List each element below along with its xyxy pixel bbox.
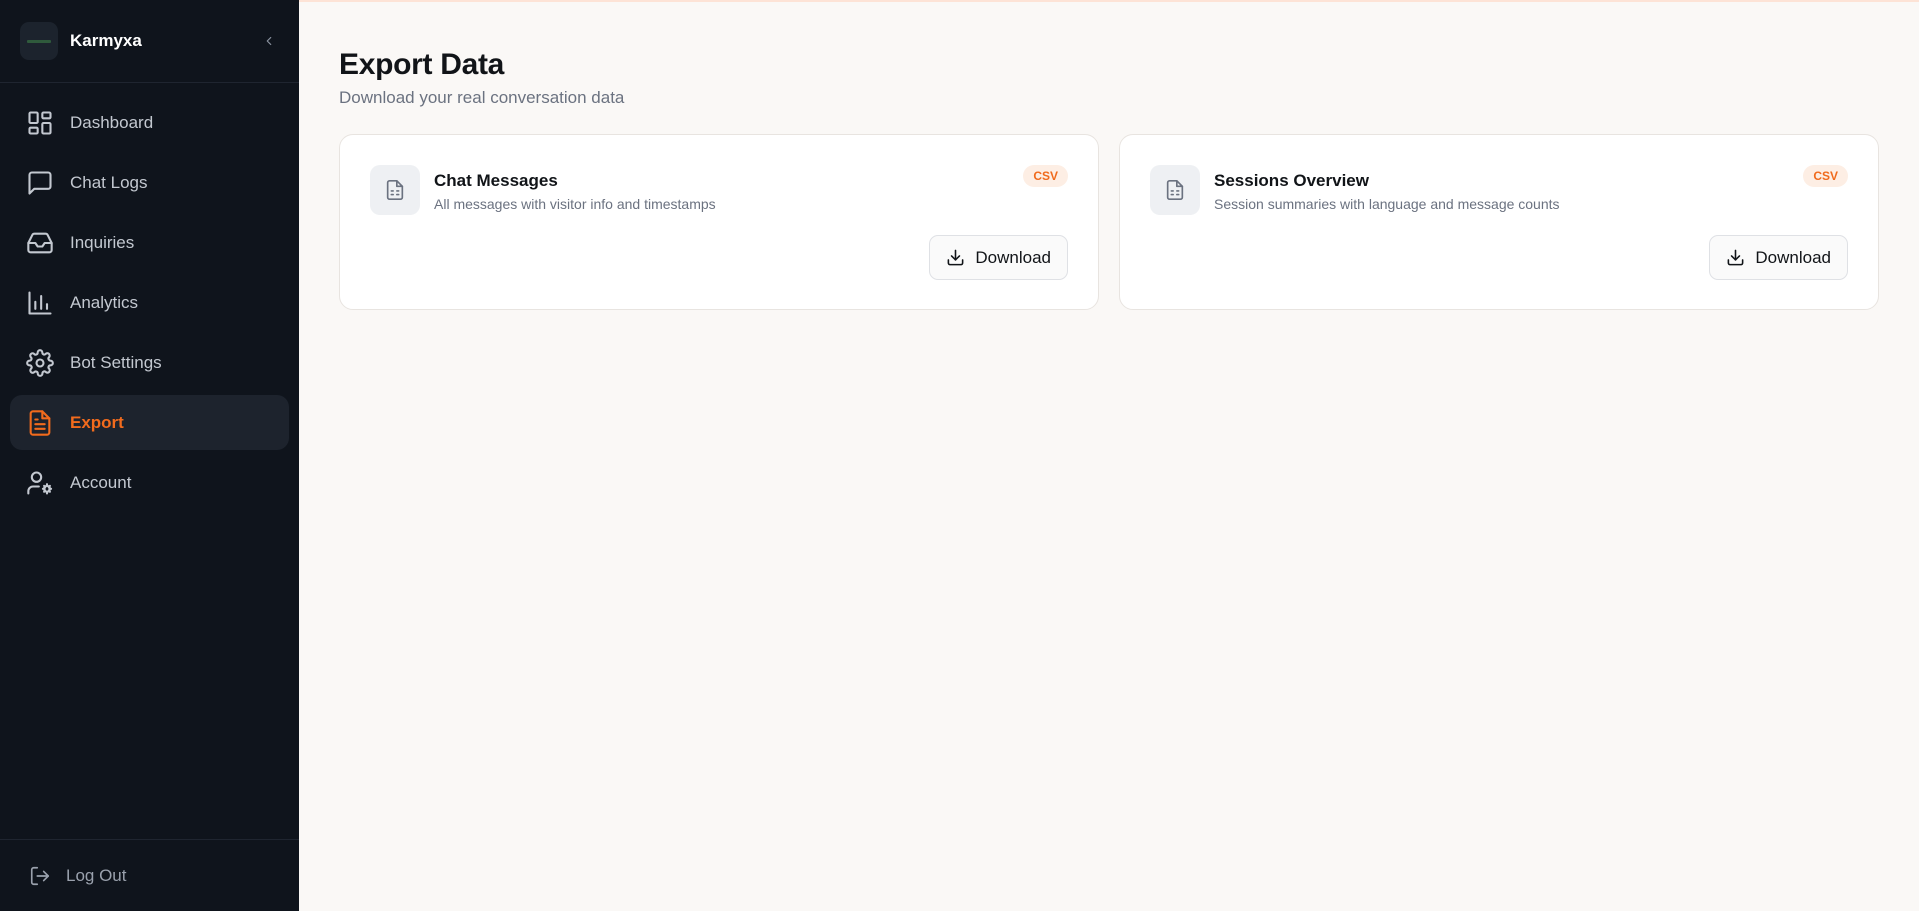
card-description: All messages with visitor info and times… [434,196,716,212]
sidebar-item-inquiries[interactable]: Inquiries [10,215,289,270]
card-description: Session summaries with language and mess… [1214,196,1560,212]
sidebar-item-label: Analytics [70,292,139,312]
format-badge: CSV [1023,165,1068,187]
download-button[interactable]: Download [929,235,1068,280]
download-icon [947,249,964,266]
sidebar-item-bot-settings[interactable]: Bot Settings [10,335,289,390]
log-out-icon [30,866,50,885]
file-icon-container [370,165,420,215]
sidebar-item-label: Dashboard [70,112,154,132]
page-title: Export Data [339,48,505,81]
sidebar-item-export[interactable]: Export [10,395,289,450]
logout-label: Log Out [66,865,127,885]
collapse-sidebar-button[interactable] [259,31,279,51]
main-content: Export Data Download your real conversat… [299,0,1919,911]
download-button-label: Download [975,247,1051,267]
bar-chart-icon [28,290,52,315]
sidebar-item-label: Inquiries [70,232,135,252]
sidebar-item-analytics[interactable]: Analytics [10,275,289,330]
sidebar-item-account[interactable]: Account [10,455,289,510]
card-title: Chat Messages [434,171,558,190]
export-card-chat-messages: Chat Messages All messages with visitor … [339,134,1099,310]
download-button[interactable]: Download [1709,235,1848,280]
brand-header: Karmyxa [0,0,299,83]
chevron-left-icon [266,36,272,46]
inbox-icon [27,232,53,253]
sidebar-item-label: Account [70,472,132,492]
sidebar-item-label: Bot Settings [70,352,162,372]
format-badge: CSV [1803,165,1848,187]
brand-logo [20,22,58,60]
file-spreadsheet-icon [1166,180,1184,200]
export-cards: Chat Messages All messages with visitor … [339,134,1879,310]
sidebar: Karmyxa Dashboard Chat Logs Inquiries An… [0,0,299,911]
logout-button[interactable]: Log Out [0,839,299,911]
user-cog-icon [27,470,53,495]
sidebar-item-label: Export [70,412,124,432]
page-subtitle: Download your real conversation data [339,88,625,107]
sidebar-nav: Dashboard Chat Logs Inquiries Analytics … [0,83,299,522]
file-text-icon [29,409,51,436]
file-icon-container [1150,165,1200,215]
gear-icon [26,348,54,377]
app-root: Karmyxa Dashboard Chat Logs Inquiries An… [0,0,1919,911]
brand-name: Karmyxa [70,31,142,50]
card-text: Chat Messages All messages with visitor … [434,165,716,212]
download-icon [1727,249,1744,266]
card-header: Chat Messages All messages with visitor … [370,165,1068,215]
export-card-sessions-overview: Sessions Overview Session summaries with… [1119,134,1879,310]
sidebar-item-label: Chat Logs [70,172,148,192]
card-title: Sessions Overview [1214,171,1369,190]
message-square-icon [28,170,52,195]
layout-grid-icon [28,110,52,135]
card-text: Sessions Overview Session summaries with… [1214,165,1560,212]
download-button-label: Download [1755,247,1831,267]
sidebar-item-dashboard[interactable]: Dashboard [10,95,289,150]
card-header: Sessions Overview Session summaries with… [1150,165,1848,215]
sidebar-item-chat-logs[interactable]: Chat Logs [10,155,289,210]
file-spreadsheet-icon [386,180,404,200]
